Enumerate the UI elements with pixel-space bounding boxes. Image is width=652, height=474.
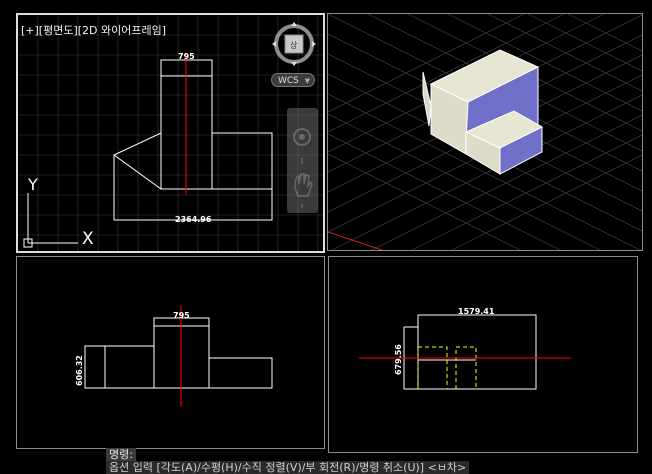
pan-hand-icon: [294, 173, 313, 197]
right-outline: [403, 314, 537, 390]
viewport-top[interactable]: 795 2364.96 X Y 상 [+][평면도][2D 와이어프레임] WC…: [16, 13, 325, 253]
viewcube-face-label: 상: [290, 40, 298, 50]
viewport-right[interactable]: 1579.41 679.56: [328, 256, 638, 453]
ucs-x-label: X: [82, 229, 94, 249]
iso-red-axis: [328, 231, 384, 250]
wcs-dropdown[interactable]: WCS ▼: [271, 73, 315, 87]
front-outline: [84, 317, 273, 389]
dim-total: 2364.96: [175, 215, 212, 224]
hidden-lines: [417, 346, 477, 389]
viewport-label[interactable]: [+][평면도][2D 와이어프레임]: [21, 22, 166, 38]
front-drawing: 795 606.32: [75, 305, 273, 407]
top-drawing: 795 2364.96 X Y 상: [18, 15, 323, 251]
chevron-down-icon: ▼: [304, 77, 310, 85]
dim-width: 1579.41: [458, 307, 495, 316]
viewport-front[interactable]: 795 606.32: [16, 256, 325, 449]
dim-height: 679.56: [394, 344, 403, 375]
viewcube-icon[interactable]: 상: [272, 22, 316, 66]
navigation-bar[interactable]: [287, 108, 318, 213]
dim-width: 795: [178, 52, 195, 61]
command-label: 명령:: [106, 448, 136, 461]
wcs-label: WCS: [278, 76, 299, 86]
viewport-iso[interactable]: [327, 13, 643, 251]
ucs-icon: [23, 193, 78, 248]
ucs-y-label: Y: [27, 175, 38, 194]
right-drawing: 1579.41 679.56: [359, 307, 571, 390]
iso-drawing: [328, 14, 642, 250]
dim-height: 606.32: [75, 355, 84, 386]
dim-width: 795: [173, 311, 190, 320]
navbar-icons: [293, 128, 313, 208]
command-prompt[interactable]: 옵션 입력 [각도(A)/수평(H)/수직 정렬(V)/부 회전(R)/명령 취…: [106, 461, 470, 474]
